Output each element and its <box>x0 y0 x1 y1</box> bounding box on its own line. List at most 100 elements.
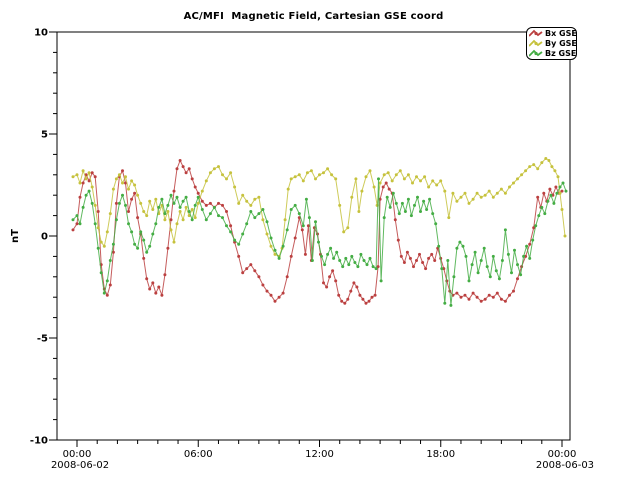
data-point <box>338 204 341 207</box>
y-tick-label: 0 <box>41 232 48 243</box>
data-point <box>237 255 240 258</box>
legend-item-bx-gse[interactable]: Bx GSE <box>529 29 574 38</box>
data-point <box>191 208 194 211</box>
data-point <box>468 202 471 205</box>
data-point <box>468 279 471 282</box>
data-point <box>520 173 523 176</box>
data-point <box>544 157 547 160</box>
data-point <box>464 294 467 297</box>
data-point <box>286 275 289 278</box>
data-point <box>400 255 403 258</box>
data-point <box>486 265 489 268</box>
data-point <box>130 198 133 201</box>
data-point <box>173 190 176 193</box>
data-point <box>109 284 112 287</box>
data-point <box>455 200 458 203</box>
data-point <box>213 167 216 170</box>
data-point <box>194 216 197 219</box>
data-point <box>492 196 495 199</box>
data-point <box>284 218 287 221</box>
data-point <box>330 173 333 176</box>
x-tick-label: 18:00 <box>426 449 455 460</box>
data-point <box>91 186 94 189</box>
data-point <box>182 218 185 221</box>
data-point <box>375 267 378 270</box>
legend-item-by-gse[interactable]: By GSE <box>529 39 574 48</box>
y-tick-label: 10 <box>34 28 48 39</box>
data-point <box>492 255 495 258</box>
data-point <box>528 165 531 168</box>
data-point <box>82 169 85 172</box>
data-point <box>516 177 519 180</box>
data-point <box>513 249 516 252</box>
data-point <box>565 190 568 193</box>
data-point <box>504 228 507 231</box>
data-point <box>274 300 277 303</box>
data-point <box>294 237 297 240</box>
data-point <box>422 200 425 203</box>
data-point <box>474 251 477 254</box>
data-point <box>130 230 133 233</box>
data-point <box>407 198 410 201</box>
data-point <box>308 216 311 219</box>
data-point <box>127 222 130 225</box>
data-point <box>385 182 388 185</box>
data-point <box>460 196 463 199</box>
data-point <box>94 175 97 178</box>
data-point <box>217 214 220 217</box>
data-point <box>170 194 173 197</box>
data-point <box>320 255 323 258</box>
data-point <box>97 226 100 229</box>
data-point <box>306 171 309 174</box>
data-point <box>237 243 240 246</box>
data-point <box>350 196 353 199</box>
data-point <box>483 247 486 250</box>
data-point <box>564 235 567 238</box>
data-point <box>115 177 118 180</box>
data-point <box>412 265 415 268</box>
plot-area[interactable]: 1050-5-1000:002008-06-0206:0012:0018:000… <box>0 0 640 480</box>
data-point <box>462 245 465 248</box>
data-point <box>115 202 118 205</box>
data-point <box>166 247 169 250</box>
data-point <box>100 271 103 274</box>
data-point <box>209 212 212 215</box>
data-point <box>294 175 297 178</box>
data-point <box>399 169 402 172</box>
data-point <box>496 192 499 195</box>
data-point <box>548 188 551 191</box>
data-point <box>413 204 416 207</box>
data-point <box>465 255 468 258</box>
data-point <box>136 194 139 197</box>
data-point <box>194 186 197 189</box>
data-point <box>504 192 507 195</box>
data-point <box>368 300 371 303</box>
data-point <box>221 173 224 176</box>
data-point <box>447 216 450 219</box>
data-point <box>270 237 273 240</box>
data-point <box>561 208 564 211</box>
legend-marker-icon <box>529 49 543 58</box>
data-point <box>176 196 179 199</box>
data-point <box>221 216 224 219</box>
legend-label: By GSE <box>545 39 577 48</box>
legend-label: Bz GSE <box>545 49 576 58</box>
data-point <box>431 212 434 215</box>
data-point <box>369 169 372 172</box>
data-point <box>241 233 244 236</box>
legend[interactable]: Bx GSEBy GSEBz GSE <box>526 27 577 60</box>
data-point <box>480 196 483 199</box>
data-point <box>241 271 244 274</box>
data-point <box>542 192 545 195</box>
data-point <box>191 218 194 221</box>
legend-item-bz-gse[interactable]: Bz GSE <box>529 49 574 58</box>
data-point <box>508 294 511 297</box>
data-point <box>409 257 412 260</box>
data-point <box>245 267 248 270</box>
data-point <box>552 202 555 205</box>
data-point <box>139 230 142 233</box>
data-point <box>318 173 321 176</box>
data-point <box>435 184 438 187</box>
data-point <box>133 192 136 195</box>
data-point <box>217 202 220 205</box>
